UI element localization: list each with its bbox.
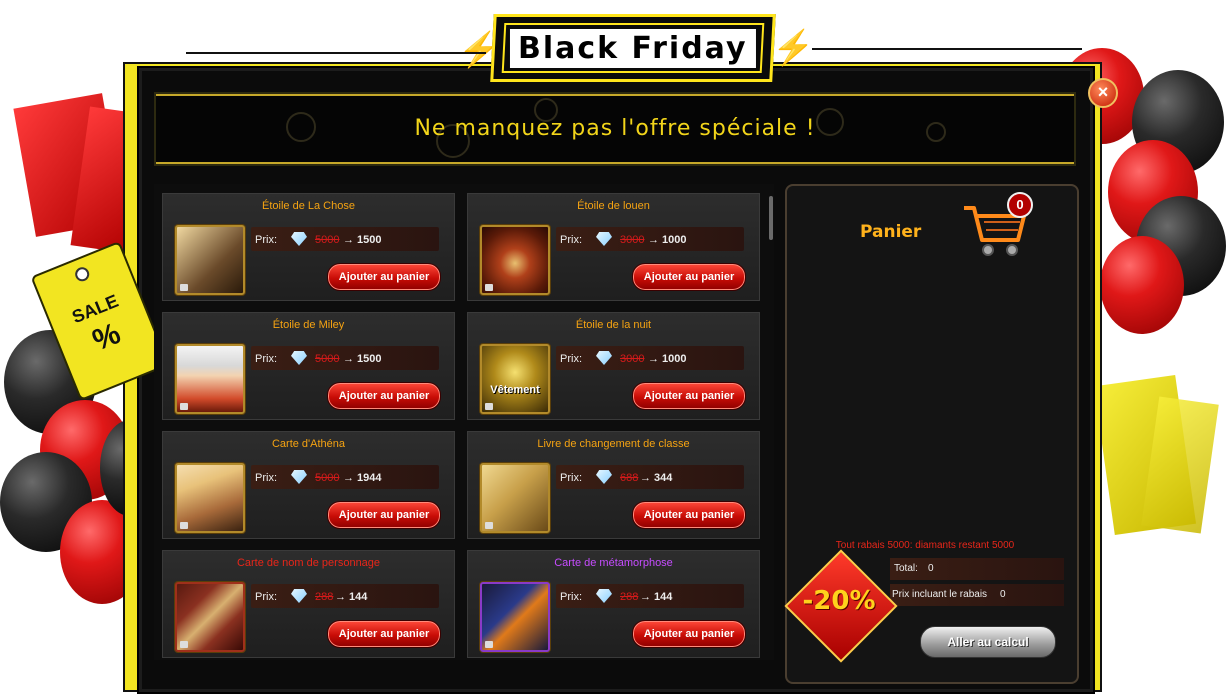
- total-value: 0: [928, 563, 934, 574]
- item-title: Étoile de Miley: [272, 319, 345, 331]
- price-label: Prix:: [255, 353, 277, 365]
- old-price: 3000: [620, 234, 645, 246]
- banner-top-line: [156, 94, 1074, 96]
- old-price: 3000: [620, 353, 645, 365]
- discount-summary: Tout rabais 5000: diamants restant 5000: [835, 540, 1015, 551]
- discounted-price-value: 0: [1000, 589, 1006, 600]
- lock-icon: [485, 522, 493, 529]
- price-label: Prix:: [255, 591, 277, 603]
- item-thumbnail[interactable]: [175, 344, 245, 414]
- item-thumbnail[interactable]: Vêtement: [480, 344, 550, 414]
- price-arrow: →: [335, 591, 346, 603]
- cart-title: Panier: [860, 222, 922, 242]
- banner-bottom-line: [156, 162, 1074, 164]
- total-row: Total: 0: [890, 558, 1064, 580]
- lock-icon: [180, 284, 188, 291]
- add-to-cart-button[interactable]: Ajouter au panier: [327, 382, 441, 410]
- item-thumbnail[interactable]: [480, 582, 550, 652]
- balloon-decoration: [1100, 236, 1184, 334]
- item-thumbnail[interactable]: [175, 225, 245, 295]
- old-price: 5000: [315, 353, 340, 365]
- shop-item-card: Livre de changement de classe Prix: 688 …: [467, 431, 760, 539]
- shop-item-card: Carte de nom de personnage Prix: 288 → 1…: [162, 550, 455, 658]
- total-label: Total:: [894, 563, 918, 574]
- add-to-cart-button[interactable]: Ajouter au panier: [327, 263, 441, 291]
- price-arrow: →: [343, 353, 354, 365]
- add-to-cart-button[interactable]: Ajouter au panier: [327, 501, 441, 529]
- new-price: 1500: [357, 353, 382, 365]
- add-to-cart-button[interactable]: Ajouter au panier: [632, 382, 746, 410]
- new-price: 1500: [357, 234, 382, 246]
- new-price: 1944: [357, 472, 382, 484]
- discounted-price-label: Prix incluant le rabais: [892, 589, 988, 600]
- old-price: 688: [620, 472, 639, 484]
- item-thumbnail[interactable]: [175, 463, 245, 533]
- new-price: 144: [349, 591, 368, 603]
- item-thumbnail[interactable]: [480, 225, 550, 295]
- new-price: 344: [654, 472, 673, 484]
- lock-icon: [180, 641, 188, 648]
- black-friday-header-inner: Black Friday: [501, 23, 765, 73]
- discounted-price-row: Prix incluant le rabais 0: [890, 584, 1064, 606]
- thumbnail-caption: Vêtement: [490, 384, 540, 396]
- item-title: Carte d'Athéna: [271, 438, 346, 450]
- old-price: 288: [315, 591, 334, 603]
- price-arrow: →: [648, 234, 659, 246]
- item-title: Étoile de louen: [577, 200, 650, 212]
- price-arrow: →: [648, 353, 659, 365]
- lock-icon: [485, 284, 493, 291]
- item-title: Étoile de La Chose: [262, 200, 355, 212]
- old-price: 5000: [315, 472, 340, 484]
- price-arrow: →: [343, 472, 354, 484]
- new-price: 144: [654, 591, 673, 603]
- item-thumbnail[interactable]: [175, 582, 245, 652]
- header-line-right: [812, 48, 1082, 50]
- close-button[interactable]: ×: [1088, 78, 1118, 108]
- lock-icon: [485, 403, 493, 410]
- cart-count-badge: 0: [1007, 192, 1033, 218]
- offer-banner: Ne manquez pas l'offre spéciale !: [154, 92, 1076, 166]
- lock-icon: [180, 403, 188, 410]
- new-price: 1000: [662, 353, 687, 365]
- shop-item-card: Carte d'Athéna Prix: 5000 → 1944 Ajouter…: [162, 431, 455, 539]
- header-line-left: [186, 52, 486, 54]
- price-arrow: →: [640, 472, 651, 484]
- add-to-cart-button[interactable]: Ajouter au panier: [632, 263, 746, 291]
- item-thumbnail[interactable]: [480, 463, 550, 533]
- close-icon: ×: [1097, 82, 1109, 102]
- old-price: 5000: [315, 234, 340, 246]
- price-label: Prix:: [560, 234, 582, 246]
- price-arrow: →: [640, 591, 651, 603]
- shop-item-card: Étoile de La Chose Prix: 5000 → 1500 Ajo…: [162, 193, 455, 301]
- page-title: Black Friday: [510, 28, 756, 68]
- price-label: Prix:: [255, 472, 277, 484]
- price-label: Prix:: [560, 591, 582, 603]
- lightning-bolt-icon: ⚡: [772, 29, 815, 67]
- black-friday-header: Black Friday: [490, 14, 776, 82]
- item-title: Livre de changement de classe: [537, 438, 690, 450]
- discount-badge-text: -20%: [802, 586, 876, 616]
- lock-icon: [485, 641, 493, 648]
- item-title: Étoile de la nuit: [575, 319, 652, 331]
- price-label: Prix:: [255, 234, 277, 246]
- shop-item-card: Étoile de la nuit Vêtement Prix: 3000 → …: [467, 312, 760, 420]
- price-label: Prix:: [560, 353, 582, 365]
- add-to-cart-button[interactable]: Ajouter au panier: [327, 620, 441, 648]
- lock-icon: [180, 522, 188, 529]
- add-to-cart-button[interactable]: Ajouter au panier: [632, 501, 746, 529]
- price-arrow: →: [343, 234, 354, 246]
- add-to-cart-button[interactable]: Ajouter au panier: [632, 620, 746, 648]
- old-price: 288: [620, 591, 639, 603]
- new-price: 1000: [662, 234, 687, 246]
- item-title: Carte de nom de personnage: [236, 557, 381, 569]
- shop-item-card: Carte de métamorphose Prix: 288 → 144 Aj…: [467, 550, 760, 658]
- price-label: Prix:: [560, 472, 582, 484]
- shop-item-card: Étoile de Miley Prix: 5000 → 1500 Ajoute…: [162, 312, 455, 420]
- shop-item-card: Étoile de louen Prix: 3000 → 1000 Ajoute…: [467, 193, 760, 301]
- checkout-button[interactable]: Aller au calcul: [920, 626, 1056, 658]
- item-title: Carte de métamorphose: [554, 557, 673, 569]
- item-list-scrollbar[interactable]: [769, 196, 773, 240]
- offer-banner-text: Ne manquez pas l'offre spéciale !: [414, 116, 816, 141]
- sale-tag-hole: [73, 265, 92, 284]
